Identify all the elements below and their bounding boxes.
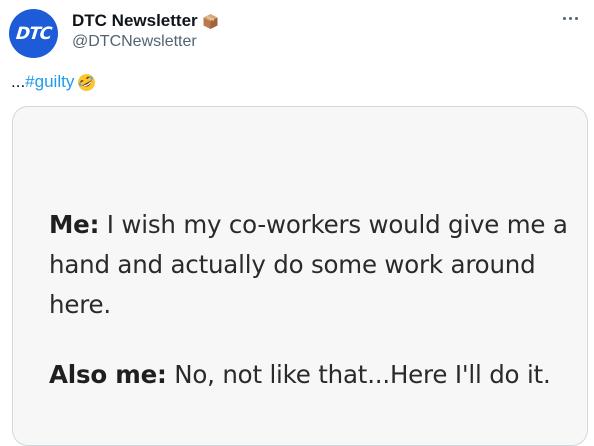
tweet: DTC DTC Newsletter @DTCNewsletter ... #gu…	[0, 0, 594, 446]
more-horizontal-icon	[561, 16, 579, 20]
avatar[interactable]: DTC	[9, 9, 58, 58]
meme-text-2: No, not like that...Here I'll do it.	[166, 360, 551, 389]
meme-speaker-2: Also me:	[49, 360, 167, 389]
author-name-row: DTC Newsletter	[72, 10, 219, 32]
tweet-text-prefix: ...	[11, 72, 26, 91]
display-name[interactable]: DTC Newsletter	[72, 11, 198, 31]
rolling-on-floor-laughing-icon	[77, 73, 96, 92]
tweet-text: ... #guilty	[11, 71, 96, 93]
more-options-button[interactable]	[558, 8, 582, 28]
meme-line-1: Me: I wish my co-workers would give me a…	[49, 205, 569, 325]
author-handle[interactable]: @DTCNewsletter	[72, 33, 197, 51]
meme-text-1: I wish my co-workers would give me a han…	[49, 210, 568, 319]
meme-speaker-1: Me:	[49, 210, 100, 239]
meme-image-text: Me: I wish my co-workers would give me a…	[49, 205, 569, 425]
package-box-icon	[202, 13, 219, 30]
avatar-logo-text: DTC	[14, 23, 53, 44]
hashtag-link[interactable]: #guilty	[25, 72, 74, 92]
meme-line-2: Also me: No, not like that...Here I'll d…	[49, 355, 569, 395]
media-card[interactable]: Me: I wish my co-workers would give me a…	[12, 106, 588, 446]
